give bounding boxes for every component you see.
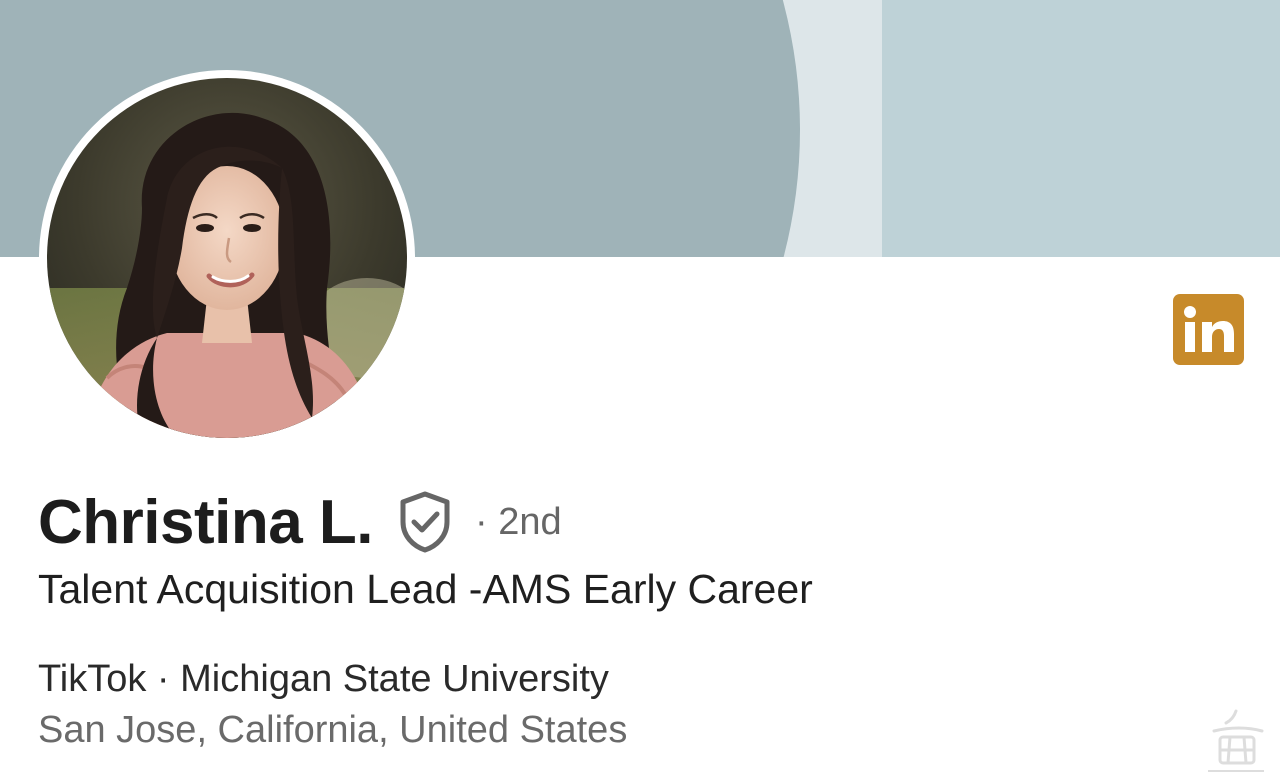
name-row: Christina L. · 2nd	[38, 482, 562, 562]
verified-shield-icon[interactable]	[397, 490, 453, 554]
profile-card: Christina L. · 2nd Talent Acquisition Le…	[0, 0, 1280, 783]
banner-right-panel	[882, 0, 1280, 257]
profile-org-line[interactable]: TikTok · Michigan State University	[38, 658, 609, 701]
profile-name[interactable]: Christina L.	[38, 487, 374, 558]
profile-location: San Jose, California, United States	[38, 709, 628, 751]
watermark-stamp-icon	[1200, 705, 1272, 779]
linkedin-logo-icon	[1184, 306, 1234, 352]
linkedin-badge[interactable]	[1173, 294, 1244, 365]
avatar[interactable]	[39, 70, 415, 446]
connection-degree: · 2nd	[475, 500, 562, 543]
avatar-photo	[47, 78, 407, 438]
profile-headline: Talent Acquisition Lead -AMS Early Caree…	[38, 566, 813, 612]
